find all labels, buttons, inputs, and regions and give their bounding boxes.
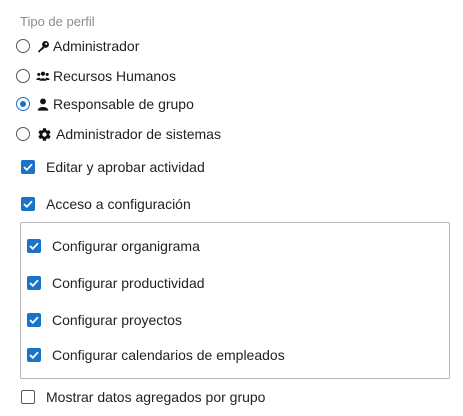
checkbox-editar-aprobar[interactable]: Editar y aprobar actividad — [21, 159, 205, 175]
radio-responsable-de-grupo[interactable]: Responsable de grupo — [16, 96, 194, 112]
radio-button[interactable] — [16, 69, 30, 83]
radio-administrador-de-sistemas[interactable]: Administrador de sistemas — [16, 126, 221, 142]
checkbox-label: Configurar proyectos — [52, 312, 182, 328]
check-icon — [23, 200, 33, 208]
checkbox[interactable] — [21, 160, 35, 174]
radio-label: Recursos Humanos — [53, 68, 176, 84]
check-icon — [23, 163, 33, 171]
checkbox-label: Mostrar datos agregados por grupo — [46, 389, 266, 405]
checkbox-configurar-proyectos[interactable]: Configurar proyectos — [27, 312, 182, 328]
checkbox[interactable] — [27, 239, 41, 253]
radio-recursos-humanos[interactable]: Recursos Humanos — [16, 68, 176, 84]
radio-button[interactable] — [16, 97, 30, 111]
check-icon — [29, 279, 39, 287]
checkbox-label: Configurar calendarios de empleados — [52, 347, 285, 363]
checkbox-configurar-productividad[interactable]: Configurar productividad — [27, 275, 205, 291]
checkbox-configurar-organigrama[interactable]: Configurar organigrama — [27, 238, 200, 254]
radio-label: Responsable de grupo — [53, 96, 194, 112]
checkbox-label: Configurar productividad — [52, 275, 205, 291]
checkbox-label: Acceso a configuración — [46, 196, 191, 212]
users-icon — [36, 69, 50, 83]
checkbox[interactable] — [21, 197, 35, 211]
checkbox-label: Editar y aprobar actividad — [46, 159, 205, 175]
checkbox[interactable] — [27, 313, 41, 327]
profile-type-label: Tipo de perfil — [20, 14, 95, 29]
check-icon — [29, 351, 39, 359]
user-icon — [36, 97, 50, 111]
checkbox-acceso-configuracion[interactable]: Acceso a configuración — [21, 196, 191, 212]
radio-button[interactable] — [16, 127, 30, 141]
checkbox-label: Configurar organigrama — [52, 238, 200, 254]
checkbox[interactable] — [27, 348, 41, 362]
checkbox-configurar-calendarios[interactable]: Configurar calendarios de empleados — [27, 347, 285, 363]
radio-administrador[interactable]: Administrador — [16, 38, 139, 54]
checkbox-mostrar-datos-agregados[interactable]: Mostrar datos agregados por grupo — [21, 389, 265, 405]
check-icon — [29, 242, 39, 250]
check-icon — [29, 316, 39, 324]
checkbox[interactable] — [21, 390, 35, 404]
checkbox[interactable] — [27, 276, 41, 290]
gear-icon — [36, 127, 53, 141]
radio-button[interactable] — [16, 39, 30, 53]
key-icon — [36, 39, 50, 53]
radio-label: Administrador — [53, 38, 140, 54]
radio-label: Administrador de sistemas — [56, 126, 221, 142]
